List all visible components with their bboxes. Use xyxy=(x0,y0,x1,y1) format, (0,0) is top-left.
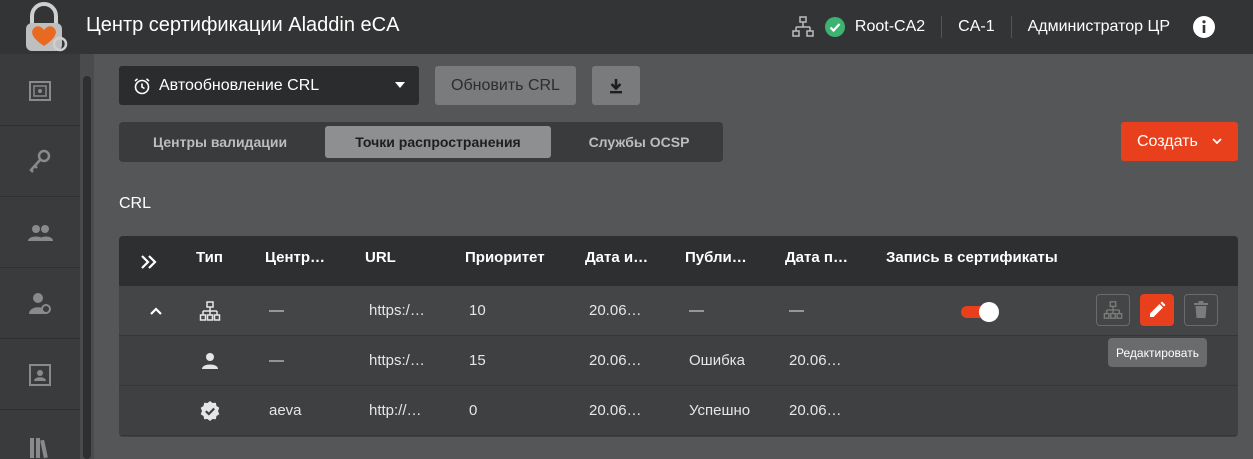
section-label: CRL xyxy=(119,195,152,212)
expand-all-icon[interactable] xyxy=(139,252,159,272)
cell-date-next: — xyxy=(789,302,804,319)
edit-button[interactable] xyxy=(1140,294,1174,326)
trash-icon xyxy=(1194,301,1208,318)
edit-tooltip: Редактировать xyxy=(1108,338,1207,367)
cell-date-next: 20.06… xyxy=(789,402,842,419)
table-header: Тип Центр… URL Приоритет Дата и… Публи… … xyxy=(119,236,1238,286)
check-circle-icon xyxy=(824,17,845,37)
download-button[interactable] xyxy=(592,66,640,105)
cell-date-issued: 20.06… xyxy=(589,302,642,319)
table-row[interactable]: aeva http://… 0 20.06… Успешно 20.06… xyxy=(119,386,1238,436)
cell-publish: — xyxy=(689,302,704,319)
user-name[interactable]: Администратор ЦР xyxy=(1028,18,1170,36)
user-cert-icon xyxy=(29,292,51,314)
delete-button[interactable] xyxy=(1184,294,1218,326)
header-divider xyxy=(941,16,943,38)
column-header-date-next[interactable]: Дата п… xyxy=(785,249,848,266)
sidebar-item-users[interactable] xyxy=(0,198,80,268)
app-title: Центр сертификации Aladdin eCA xyxy=(86,14,400,36)
hierarchy-icon[interactable] xyxy=(791,15,815,39)
caret-down-icon xyxy=(395,82,405,88)
lock-heart-logo[interactable] xyxy=(18,2,70,54)
refresh-crl-button[interactable]: Обновить CRL xyxy=(435,66,576,105)
chevron-down-icon xyxy=(1212,138,1222,145)
crl-table: Тип Центр… URL Приоритет Дата и… Публи… … xyxy=(119,236,1238,437)
cell-url: https:/… xyxy=(369,302,425,319)
sidebar-item-user-cert[interactable] xyxy=(0,269,80,339)
cell-date-issued: 20.06… xyxy=(589,402,642,419)
sidebar-item-library[interactable] xyxy=(0,411,80,459)
crl-select-value: Автообновление CRL xyxy=(159,76,320,94)
sidebar-item-contacts[interactable] xyxy=(0,340,80,410)
cell-priority: 10 xyxy=(469,302,486,319)
sidebar-item-safe[interactable] xyxy=(0,56,80,126)
hierarchy-icon xyxy=(199,301,221,321)
users-icon xyxy=(28,224,53,241)
library-icon xyxy=(30,438,48,459)
root-ca-label[interactable]: Root-CA2 xyxy=(855,18,925,36)
cell-center: — xyxy=(269,302,284,319)
header-divider xyxy=(1010,16,1012,38)
table-row[interactable]: — https:/… 15 20.06… Ошибка 20.06… xyxy=(119,336,1238,386)
column-header-publish[interactable]: Публи… xyxy=(685,249,747,266)
column-header-write-to-certs[interactable]: Запись в сертификаты xyxy=(886,249,1058,266)
cell-publish: Ошибка xyxy=(689,352,745,369)
column-header-url[interactable]: URL xyxy=(365,249,396,266)
column-header-center[interactable]: Центр… xyxy=(265,249,325,266)
chevron-up-icon[interactable] xyxy=(149,304,163,318)
create-label: Создать xyxy=(1137,132,1198,150)
column-header-date-issued[interactable]: Дата и… xyxy=(585,249,648,266)
sidebar-item-keys[interactable] xyxy=(0,127,80,197)
hierarchy-button[interactable] xyxy=(1096,294,1130,326)
pencil-icon xyxy=(1150,301,1166,317)
column-header-type[interactable]: Тип xyxy=(196,249,223,266)
keys-icon xyxy=(29,149,51,173)
alarm-clock-icon xyxy=(134,77,150,94)
download-icon xyxy=(610,78,622,93)
person-icon xyxy=(202,353,218,369)
tabs-bar: Центры валидации Точки распространения С… xyxy=(119,122,723,162)
column-header-priority[interactable]: Приоритет xyxy=(465,249,545,266)
safe-icon xyxy=(29,80,51,101)
info-icon[interactable] xyxy=(1192,15,1216,39)
cell-center: — xyxy=(269,352,284,369)
cell-date-next: 20.06… xyxy=(789,352,842,369)
cell-priority: 0 xyxy=(469,402,478,419)
scroll-thumb[interactable] xyxy=(83,76,91,459)
create-button[interactable]: Создать xyxy=(1121,122,1238,161)
sidebar xyxy=(0,54,80,459)
cell-priority: 15 xyxy=(469,352,486,369)
tab-validation-centers[interactable]: Центры валидации xyxy=(123,126,317,158)
write-to-certs-toggle[interactable] xyxy=(961,301,999,322)
crl-autoupdate-select[interactable]: Автообновление CRL xyxy=(119,66,419,105)
cell-center: aeva xyxy=(269,402,302,419)
toggle-knob xyxy=(979,302,999,322)
cell-url: http://… xyxy=(369,402,422,419)
tab-ocsp-services[interactable]: Службы OCSP xyxy=(559,126,719,158)
hierarchy-icon xyxy=(1103,301,1123,319)
cell-url: https:/… xyxy=(369,352,425,369)
contact-card-icon xyxy=(29,363,51,386)
ca-label[interactable]: CA-1 xyxy=(958,18,994,36)
app-header: Центр сертификации Aladdin eCA Root-CA2 … xyxy=(0,0,1253,54)
verified-badge-icon xyxy=(200,401,220,421)
tab-distribution-points[interactable]: Точки распространения xyxy=(325,126,551,158)
cell-date-issued: 20.06… xyxy=(589,352,642,369)
sidebar-scrollbar[interactable] xyxy=(80,54,94,459)
table-row[interactable]: — https:/… 10 20.06… — — xyxy=(119,286,1238,336)
cell-publish: Успешно xyxy=(689,402,751,419)
